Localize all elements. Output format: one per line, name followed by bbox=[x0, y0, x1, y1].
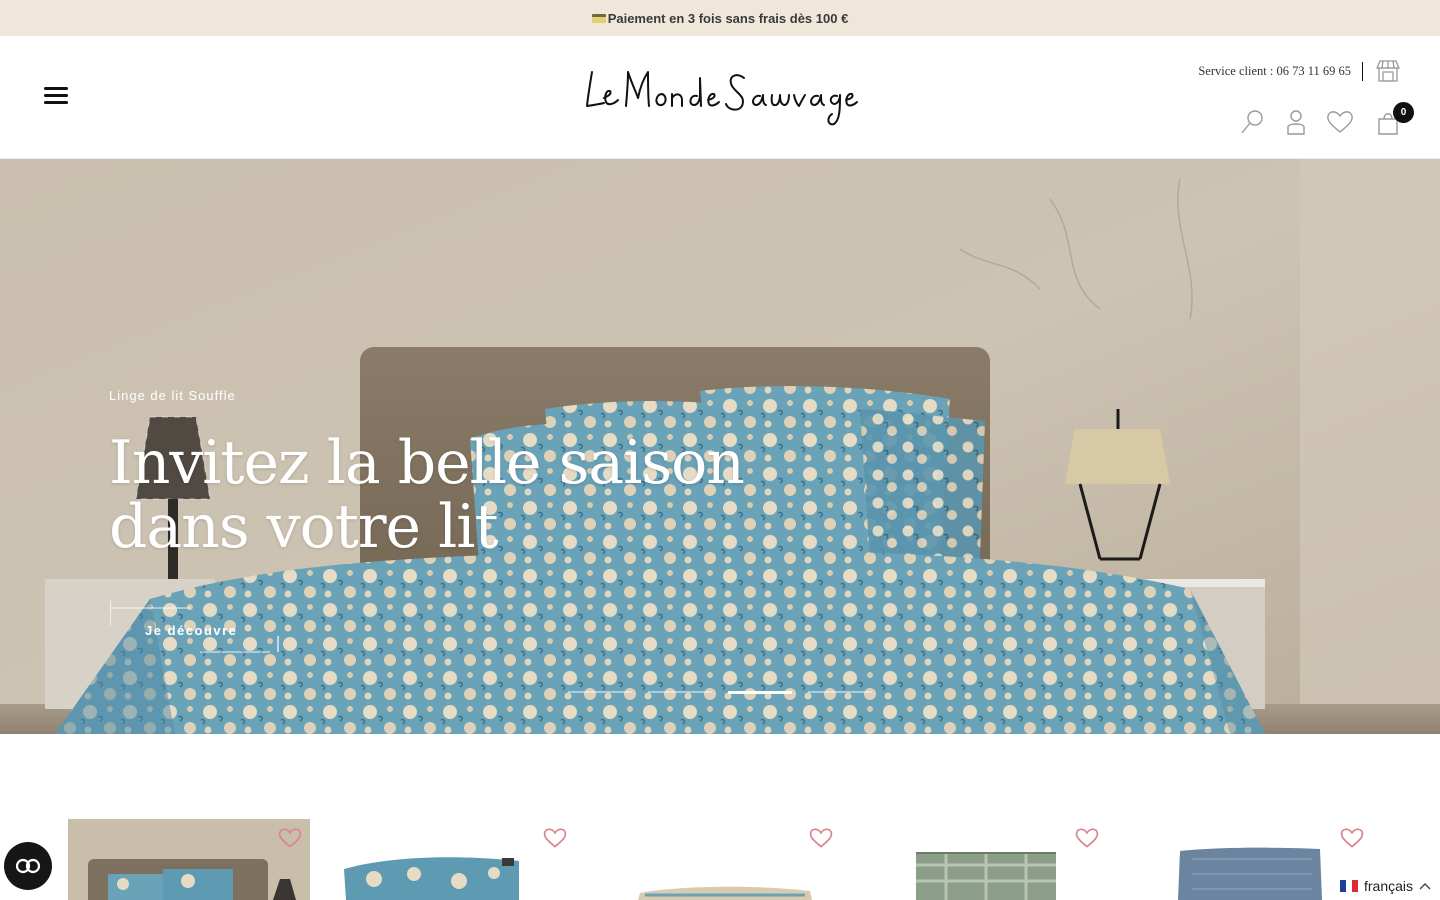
wishlist-heart-icon-2[interactable] bbox=[543, 827, 567, 849]
header-divider bbox=[1362, 62, 1363, 81]
hero-headline-line-1: Invitez la belle saison bbox=[109, 428, 745, 498]
language-selector[interactable]: français bbox=[1332, 871, 1440, 900]
hero-cta-label: Je découvre bbox=[145, 623, 238, 638]
announcement-bar: Paiement en 3 fois sans frais dès 100 € bbox=[0, 0, 1440, 36]
account-icon[interactable] bbox=[1281, 107, 1311, 137]
accessibility-button[interactable] bbox=[4, 842, 52, 890]
hero-headline-line-2: dans votre lit bbox=[109, 492, 499, 562]
hero-headline: Invitez la belle saison dans votre lit bbox=[109, 428, 745, 562]
slider-dot-2[interactable] bbox=[648, 691, 712, 693]
service-client-phone[interactable]: Service client : 06 73 11 69 65 bbox=[1198, 64, 1351, 79]
slider-pagination bbox=[568, 691, 872, 694]
slider-dot-3[interactable] bbox=[728, 691, 792, 694]
menu-icon[interactable] bbox=[44, 86, 70, 106]
hero-cta-button[interactable]: Je découvre bbox=[110, 596, 280, 654]
accessibility-toggle-icon bbox=[15, 858, 41, 874]
chevron-up-icon bbox=[1419, 882, 1431, 889]
language-label: français bbox=[1364, 877, 1414, 894]
wishlist-heart-icon-5[interactable] bbox=[1340, 827, 1364, 849]
product-image-3 bbox=[600, 819, 842, 900]
wishlist-heart-icon-4[interactable] bbox=[1075, 827, 1099, 849]
product-image-4 bbox=[866, 819, 1108, 900]
search-icon[interactable] bbox=[1237, 107, 1267, 137]
french-flag-icon bbox=[1340, 879, 1358, 892]
product-image-2 bbox=[334, 819, 576, 900]
product-card-2[interactable] bbox=[334, 819, 576, 900]
slider-dot-4[interactable] bbox=[808, 691, 872, 693]
announcement-text: Paiement en 3 fois sans frais dès 100 € bbox=[607, 10, 849, 26]
product-card-4[interactable] bbox=[866, 819, 1108, 900]
slider-dot-1[interactable] bbox=[568, 691, 632, 693]
site-header: Service client : 06 73 11 69 65 0 bbox=[0, 36, 1440, 159]
product-card-3[interactable] bbox=[600, 819, 842, 900]
hero-eyebrow: Linge de lit Souffle bbox=[109, 388, 236, 403]
cart-count-badge: 0 bbox=[1393, 102, 1414, 123]
wishlist-heart-icon-1[interactable] bbox=[278, 827, 302, 849]
product-image-1 bbox=[68, 819, 310, 900]
store-icon[interactable] bbox=[1373, 56, 1403, 86]
product-row bbox=[0, 734, 1440, 900]
credit-card-icon bbox=[591, 13, 606, 23]
wishlist-icon[interactable] bbox=[1325, 107, 1355, 137]
hero-banner: Linge de lit Souffle Invitez la belle sa… bbox=[0, 159, 1440, 734]
product-card-1[interactable] bbox=[68, 819, 310, 900]
logo[interactable] bbox=[582, 64, 862, 132]
wishlist-heart-icon-3[interactable] bbox=[809, 827, 833, 849]
